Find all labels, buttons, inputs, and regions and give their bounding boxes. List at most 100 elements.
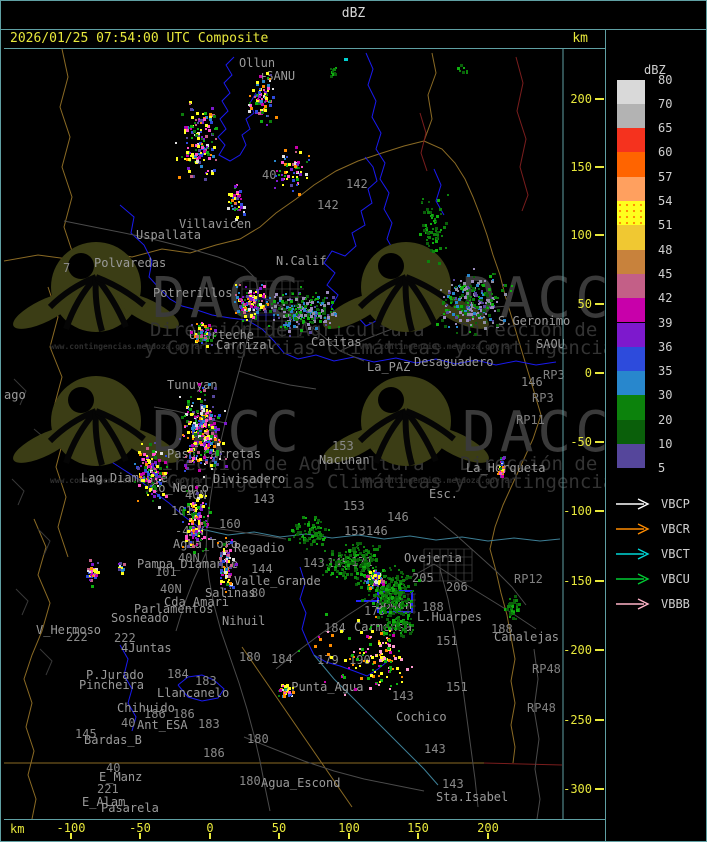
right-axis-tick-label: -50 <box>570 435 592 449</box>
map-number-label: 151 <box>446 680 468 694</box>
colorbar-level-label: 36 <box>658 339 673 354</box>
map-place-label: Ollun <box>239 56 275 70</box>
map-place-label: Sosneado <box>111 611 169 625</box>
map-number-label: 186 <box>144 707 166 721</box>
right-axis-tick-label: -150 <box>563 574 592 588</box>
map-number-label: 101 <box>155 565 177 579</box>
colorbar-band <box>617 273 645 299</box>
map-line <box>423 52 437 142</box>
map-number-label: 186 <box>203 746 225 760</box>
colorbar-band <box>617 176 645 201</box>
legend-arrow-icon <box>616 598 650 610</box>
colorbar-panel: dBZ 80 70 65 60 57 54 51 48 45 42 39 36 35 30 20 10 5 VBC… <box>606 30 706 841</box>
map-number-label: 40 <box>106 761 120 775</box>
legend-label: VBCR <box>661 522 690 536</box>
map-place-label: Cochico <box>396 710 447 724</box>
legend-arrow-icon <box>616 523 650 535</box>
map-number-label: 143 <box>424 742 446 756</box>
colorbar-band <box>617 395 645 420</box>
bottom-axis: km -100 -50 0 50 100 150 200 <box>4 820 605 840</box>
map-number-label: 153 <box>343 499 365 513</box>
map-number-label: 145 <box>75 727 97 741</box>
colorbar-band <box>617 225 645 250</box>
map-place-label: ago <box>4 388 26 402</box>
map-place-label: Potrerillos <box>153 286 232 300</box>
radar-map-canvas: DACCDirección de Agriculturay Contingenc… <box>4 49 605 819</box>
colorbar-band <box>617 371 645 396</box>
colorbar-band <box>617 79 645 104</box>
map-number-label: 183 <box>198 717 220 731</box>
colorbar-band <box>617 444 645 469</box>
map-number-label: 186 <box>173 707 195 721</box>
bottom-axis-tick <box>348 833 350 839</box>
map-number-label: 180 <box>247 732 269 746</box>
map-number-label: 221 <box>97 782 119 796</box>
map-place-label: Ovejeria <box>404 551 462 565</box>
map-place-label: Desaguadero <box>414 355 493 369</box>
map-place-label: Llancanelo <box>157 686 229 700</box>
bottom-axis-tick <box>487 833 489 839</box>
map-number-label: 184 <box>167 667 189 681</box>
right-axis-tick-label: 200 <box>570 92 592 106</box>
legend-label: VBBB <box>661 597 690 611</box>
map-number-label: 153 <box>332 439 354 453</box>
map-route-label: RP48 <box>532 662 561 676</box>
colorbar-level-label: 48 <box>658 242 673 257</box>
map-place-label: Esc. <box>429 487 458 501</box>
map-number-label: 101 <box>171 504 193 518</box>
legend-label: VBCU <box>661 572 690 586</box>
colorbar-level-label: 30 <box>658 388 673 403</box>
map-place-label: Sta.Isabel <box>436 790 508 804</box>
map-line <box>238 370 317 390</box>
colorbar-level-label: 60 <box>658 145 673 160</box>
map-number-label: 40N <box>185 488 207 502</box>
map-number-label: 151 <box>436 634 458 648</box>
map-number-label: 205 <box>412 571 434 585</box>
page-title: dBZ <box>1 1 706 28</box>
bottom-axis-tick <box>278 833 280 839</box>
map-place-label: La_PAZ <box>367 360 410 374</box>
right-axis-tick-label: -250 <box>563 713 592 727</box>
radar-app-window: dBZ 2026/01/25 07:54:00 UTC Composite km… <box>0 0 707 842</box>
map-number-label: 222 <box>66 630 88 644</box>
colorbar-band <box>617 346 645 372</box>
colorbar-level-label: 35 <box>658 364 673 379</box>
right-axis-tick-label: -200 <box>563 643 592 657</box>
map-number-label: 146 <box>387 510 409 524</box>
map-line <box>483 762 563 766</box>
map-place-label: N.Calif <box>276 254 327 268</box>
map-place-label: Regadio <box>234 541 285 555</box>
map-number-label: 146 <box>366 524 388 538</box>
map-line <box>4 140 425 262</box>
colorbar-level-label: 65 <box>658 121 673 136</box>
bottom-axis-tick <box>417 833 419 839</box>
legend-arrow-icon <box>616 573 650 585</box>
map-place-label: Nacunan <box>319 453 370 467</box>
map-number-label: 143 <box>392 689 414 703</box>
colorbar-level-label: 39 <box>658 315 673 330</box>
map-number-label: 40 <box>262 168 276 182</box>
legend-row: VBCU <box>614 571 690 587</box>
axis-unit-label: km <box>572 31 588 46</box>
watermark-url: www.contingencias.mendoza.gov.ar <box>50 341 204 351</box>
right-axis-tick-label: 0 <box>585 366 592 380</box>
map-number-label: 143 <box>442 777 464 791</box>
map-number-label: 188 <box>422 600 444 614</box>
map-place-label: Divisadero <box>213 472 285 486</box>
map-header: 2026/01/25 07:54:00 UTC Composite km <box>4 30 604 48</box>
map-line <box>11 478 25 506</box>
colorbar-level-label: 70 <box>658 96 673 111</box>
map-place-label: Carrizal <box>216 338 274 352</box>
right-axis-tick-label: 100 <box>570 228 592 242</box>
map-route-label: RP12 <box>514 572 543 586</box>
colorbar-level-label: 10 <box>658 437 673 451</box>
page-title-text: dBZ <box>341 6 366 21</box>
right-axis-tick-label: 50 <box>578 297 592 311</box>
legend-row: VBCP <box>614 496 690 512</box>
colorbar-level-label: 54 <box>658 194 673 208</box>
map-place-label: Pasarela <box>101 801 159 815</box>
bottom-axis-unit: km <box>10 822 25 836</box>
map-line <box>23 518 51 819</box>
map-line <box>15 588 29 616</box>
map-place-label: Pincheira <box>79 678 144 692</box>
